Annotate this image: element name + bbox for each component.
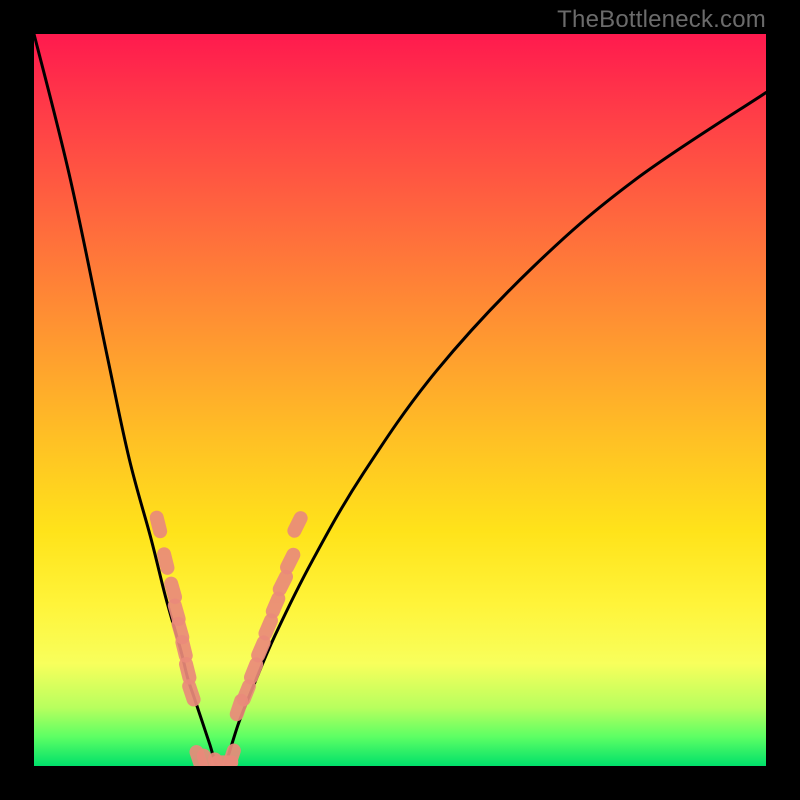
data-marker (221, 742, 243, 766)
data-marker (180, 677, 202, 708)
watermark-text: TheBottleneck.com (557, 6, 766, 34)
plot-area (34, 34, 766, 766)
chart-frame: TheBottleneck.com (0, 0, 800, 800)
chart-svg (34, 34, 766, 766)
data-marker (285, 509, 310, 540)
bottleneck-curve (34, 34, 766, 766)
